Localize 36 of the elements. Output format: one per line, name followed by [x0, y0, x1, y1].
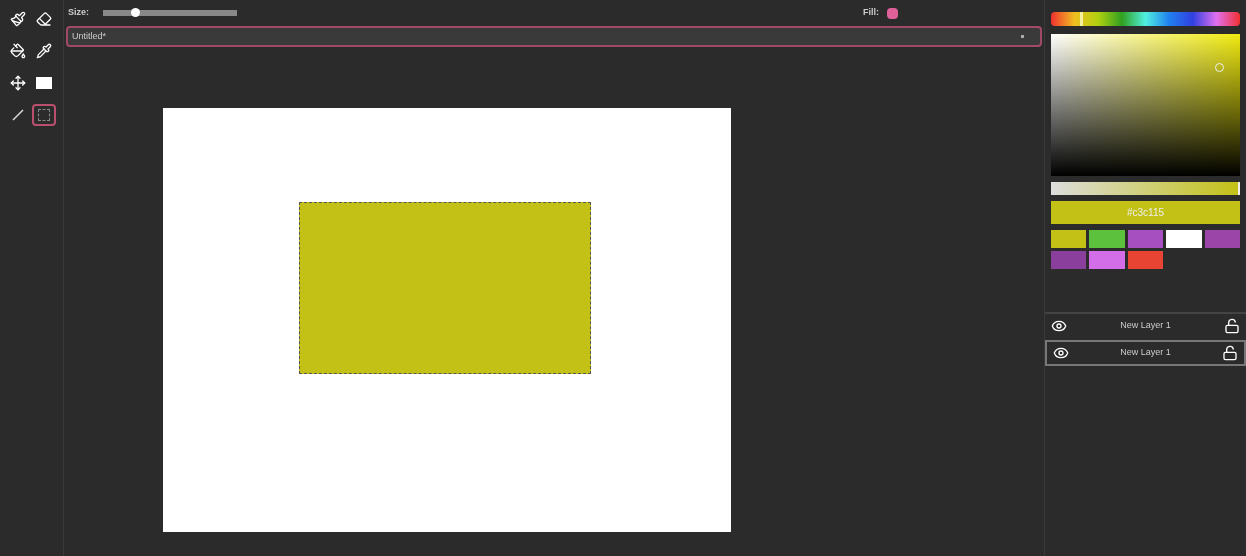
fill-swatch[interactable] [887, 7, 898, 19]
color-swatch[interactable] [1127, 251, 1164, 269]
color-swatch[interactable] [1089, 251, 1125, 269]
color-swatch[interactable] [1089, 230, 1125, 248]
slider-thumb[interactable] [131, 8, 141, 17]
line-icon [11, 108, 25, 122]
fill-label: Fill: [863, 6, 879, 20]
saturation-panel[interactable] [1051, 34, 1240, 176]
layer-name: New Layer 1 [1119, 346, 1172, 360]
hue-thumb[interactable] [1080, 12, 1084, 26]
brush-icon [10, 11, 26, 27]
eye-icon[interactable] [1053, 345, 1069, 361]
color-swatch[interactable] [1127, 230, 1164, 248]
size-label: Size: [68, 6, 89, 20]
selection-icon [37, 109, 50, 121]
alpha-slider[interactable] [1051, 182, 1240, 195]
paint-bucket-icon [10, 43, 26, 59]
unlock-icon[interactable] [1222, 345, 1238, 361]
color-swatch[interactable] [1051, 230, 1087, 248]
unlock-icon[interactable] [1224, 318, 1240, 334]
title-field[interactable]: Untitled* [66, 26, 1042, 47]
pipette-icon [35, 43, 52, 59]
layer-row[interactable]: New Layer 1 [1045, 340, 1246, 366]
size-slider[interactable] [103, 10, 237, 16]
hex-value: #c3c115 [1126, 206, 1165, 220]
layer-name: New Layer 1 [1119, 319, 1172, 333]
hue-slider[interactable] [1051, 12, 1240, 26]
eraser-icon [35, 11, 52, 27]
color-swatch[interactable] [1166, 230, 1202, 248]
layer-row[interactable]: New Layer 1 [1045, 312, 1246, 338]
rectangle-icon [35, 77, 52, 89]
color-swatch[interactable] [1204, 230, 1240, 248]
eye-icon[interactable] [1051, 318, 1067, 334]
move-icon [10, 75, 26, 91]
color-swatch[interactable] [1051, 251, 1087, 269]
document-title: Untitled* [72, 29, 107, 43]
